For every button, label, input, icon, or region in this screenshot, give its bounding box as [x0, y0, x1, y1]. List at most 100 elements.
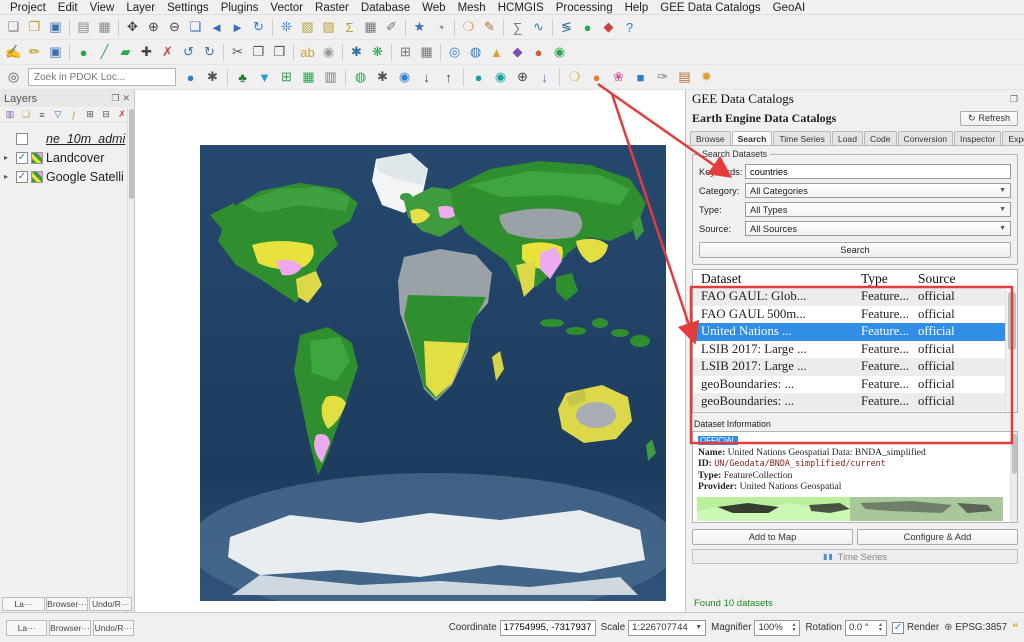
- table-row[interactable]: FAO GAUL: Glob...Feature...official: [693, 288, 1005, 306]
- menu-item[interactable]: Processing: [550, 2, 619, 14]
- refresh-button[interactable]: ↻ Refresh: [960, 111, 1018, 126]
- table-row[interactable]: LSIB 2017: Large ...Feature...official: [693, 358, 1005, 376]
- configure-add-button[interactable]: Configure & Add: [857, 529, 1018, 545]
- table-row[interactable]: LSIB 2017: Large ...Feature...official: [693, 341, 1005, 359]
- vegetation-icon[interactable]: ♣: [232, 67, 253, 87]
- python-console-icon[interactable]: ≶: [556, 17, 577, 37]
- menu-item[interactable]: GeoAI: [767, 2, 812, 14]
- panel-tab[interactable]: La···: [6, 620, 47, 636]
- paste-features-icon[interactable]: ❒: [269, 42, 290, 62]
- menu-item[interactable]: Edit: [52, 2, 84, 14]
- plugin-green-icon[interactable]: ●: [577, 17, 598, 37]
- menu-item[interactable]: HCMGIS: [492, 2, 550, 14]
- menu-item[interactable]: Database: [355, 2, 416, 14]
- upload-icon[interactable]: ↑: [438, 67, 459, 87]
- water-drop-icon[interactable]: ▼: [254, 67, 275, 87]
- zoom-layer-icon[interactable]: ⊕: [512, 67, 533, 87]
- map-tips-icon[interactable]: ❍: [458, 17, 479, 37]
- statistics-icon[interactable]: ∿: [528, 17, 549, 37]
- redo-icon[interactable]: ↻: [199, 42, 220, 62]
- crs-status[interactable]: EPSG:3857: [955, 622, 1007, 633]
- gee-tab[interactable]: Export: [1002, 131, 1024, 145]
- filter-by-expression-icon[interactable]: ƒ: [67, 108, 81, 122]
- layer-expand-icon[interactable]: ▸: [4, 153, 13, 162]
- undo-icon[interactable]: ↺: [178, 42, 199, 62]
- panel-dock-icon[interactable]: ❐: [1010, 94, 1018, 105]
- plugin-triangle-icon[interactable]: ▲: [486, 42, 507, 62]
- layer-expand-icon[interactable]: ▸: [4, 172, 13, 181]
- menu-item[interactable]: Vector: [264, 2, 309, 14]
- filter-legend-icon[interactable]: ▽: [51, 108, 65, 122]
- processing-toolbox-icon[interactable]: ✱: [346, 42, 367, 62]
- download-icon[interactable]: ↓: [416, 67, 437, 87]
- gee-tab[interactable]: Browse: [690, 131, 731, 145]
- zoom-last-icon[interactable]: ◄: [206, 17, 227, 37]
- new-print-layout-icon[interactable]: ▤: [73, 17, 94, 37]
- orange-dot-icon[interactable]: ●: [586, 67, 607, 87]
- plugin-diamond-icon[interactable]: ◆: [507, 42, 528, 62]
- deselect-features-icon[interactable]: ▨: [318, 17, 339, 37]
- magnifier-spinner[interactable]: 100% ▲▼: [754, 620, 800, 636]
- cut-features-icon[interactable]: ✂: [227, 42, 248, 62]
- map-canvas[interactable]: [135, 90, 685, 612]
- column-type[interactable]: Type: [861, 271, 918, 287]
- scale-combo[interactable]: 1:226707744▼: [628, 620, 706, 636]
- category-dropdown[interactable]: All Categories▼: [745, 183, 1011, 198]
- menu-item[interactable]: Project: [4, 2, 52, 14]
- flower-icon[interactable]: ❀: [608, 67, 629, 87]
- yellow-ring-icon[interactable]: ❍: [564, 67, 585, 87]
- keywords-input[interactable]: [745, 164, 1011, 179]
- tile-grid-icon[interactable]: ▦: [298, 67, 319, 87]
- table-row[interactable]: geoBoundaries: ...Feature...official: [693, 393, 1005, 411]
- vertex-tool-icon[interactable]: ✚: [136, 42, 157, 62]
- geoai-icon[interactable]: ◉: [394, 67, 415, 87]
- menu-item[interactable]: Settings: [161, 2, 215, 14]
- panel-tab[interactable]: Undo/R···: [93, 620, 134, 636]
- add-polygon-feature-icon[interactable]: ▰: [115, 42, 136, 62]
- gee-catalog-icon[interactable]: ●: [180, 67, 201, 87]
- new-project-icon[interactable]: ❏: [3, 17, 24, 37]
- plugin-orange-icon[interactable]: ●: [528, 42, 549, 62]
- gee-tab[interactable]: Code: [864, 131, 897, 145]
- spinner-arrows-icon[interactable]: ▲▼: [878, 623, 883, 633]
- timeseries-panel-icon[interactable]: ▥: [320, 67, 341, 87]
- table-row[interactable]: geoBoundaries: ...Feature...official: [693, 376, 1005, 394]
- layer-visibility-checkbox[interactable]: [16, 171, 28, 183]
- gee-tab[interactable]: Time Series: [773, 131, 831, 145]
- save-edits-icon[interactable]: ▣: [45, 42, 66, 62]
- toggle-editing-icon[interactable]: ✏: [24, 42, 45, 62]
- info-scrollbar[interactable]: [1010, 432, 1017, 522]
- zoom-full-icon[interactable]: ❑: [185, 17, 206, 37]
- column-source[interactable]: Source: [918, 271, 1017, 287]
- current-edits-icon[interactable]: ✍: [3, 42, 24, 62]
- type-dropdown[interactable]: All Types▼: [745, 202, 1011, 217]
- gee-tab[interactable]: Conversion: [898, 131, 953, 145]
- source-dropdown[interactable]: All Sources▼: [745, 221, 1011, 236]
- identify-features-icon[interactable]: ❊: [276, 17, 297, 37]
- panel-undock-icon[interactable]: ❐: [111, 93, 119, 104]
- layers-scrollbar[interactable]: [127, 107, 134, 612]
- layer-labeling-icon[interactable]: ab: [297, 42, 318, 62]
- plugin-red-icon[interactable]: ◆: [598, 17, 619, 37]
- panel-tab[interactable]: La···: [2, 597, 45, 611]
- menu-item[interactable]: Plugins: [215, 2, 265, 14]
- menu-item[interactable]: GEE Data Catalogs: [654, 2, 766, 14]
- sample-grid-icon[interactable]: ⊞: [276, 67, 297, 87]
- menu-item[interactable]: Web: [416, 2, 451, 14]
- gee-tab[interactable]: Inspector: [954, 131, 1001, 145]
- raster-calculator-icon[interactable]: ▦: [416, 42, 437, 62]
- menu-item[interactable]: Raster: [309, 2, 355, 14]
- blue-square-icon[interactable]: ■: [630, 67, 651, 87]
- zoom-out-icon[interactable]: ⊖: [164, 17, 185, 37]
- layer-item[interactable]: ▸ Google Satelli: [2, 167, 132, 186]
- panel-close-icon[interactable]: ✕: [122, 93, 130, 104]
- open-project-icon[interactable]: ❒: [24, 17, 45, 37]
- search-button[interactable]: Search: [699, 242, 1011, 258]
- time-series-button[interactable]: ▮▮ Time Series: [692, 549, 1018, 564]
- new-bookmark-icon[interactable]: ★: [409, 17, 430, 37]
- messages-icon[interactable]: ❝: [1012, 621, 1018, 634]
- layer-item[interactable]: ▸ Landcover: [2, 148, 132, 167]
- rotation-spinner[interactable]: 0.0 ° ▲▼: [845, 620, 887, 636]
- add-group-icon[interactable]: ❏: [19, 108, 33, 122]
- zoom-next-icon[interactable]: ►: [227, 17, 248, 37]
